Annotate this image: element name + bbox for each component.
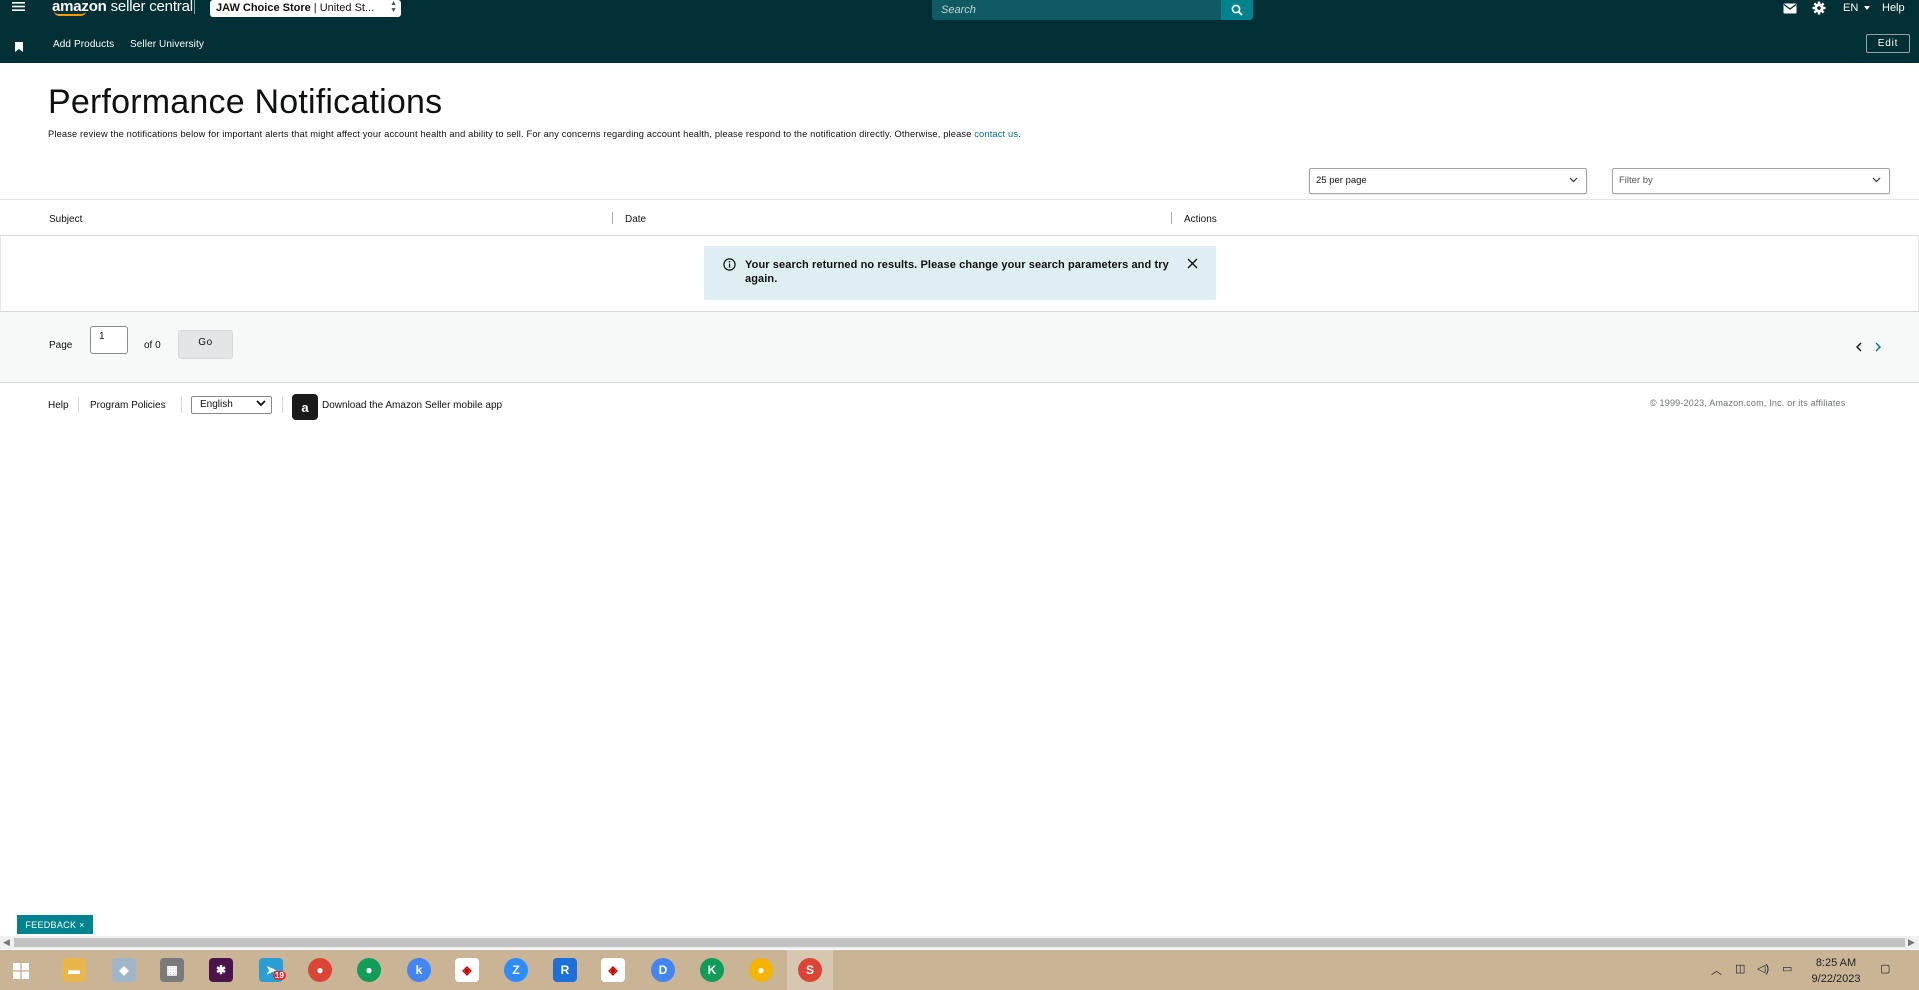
store-switcher[interactable]: JAW Choice Store | United St... ▲ ▼	[210, 0, 401, 17]
chrome-profile-k2-icon[interactable]: K	[700, 958, 724, 982]
feedback-tab[interactable]: FEEDBACK ×	[17, 915, 93, 934]
info-icon	[723, 258, 736, 271]
anydesk-2-icon[interactable]: ◈	[601, 958, 625, 982]
chrome-yellow-icon[interactable]: ●	[749, 958, 773, 982]
search-box	[932, 0, 1223, 22]
seller-app-icon[interactable]: a	[292, 394, 318, 420]
edit-nav-button[interactable]: Edit	[1866, 34, 1910, 53]
mail-icon[interactable]	[1783, 0, 1797, 16]
camera-icon[interactable]: ◫	[1735, 962, 1745, 975]
search-input[interactable]	[932, 1, 1223, 22]
footer-divider	[181, 397, 182, 413]
help-link[interactable]: Help	[1882, 0, 1905, 16]
copyright-text: © 1999-2023, Amazon.com, Inc. or its aff…	[1650, 398, 1846, 408]
notification-badge: 19	[273, 971, 286, 980]
scroll-right-icon[interactable]: ▶	[1908, 937, 1915, 948]
column-header-actions: Actions	[1184, 214, 1217, 225]
footer-divider	[78, 397, 79, 413]
up-down-arrows-icon: ▲ ▼	[390, 0, 397, 14]
chrome-icon[interactable]: ●	[308, 958, 332, 982]
go-button[interactable]: Go	[178, 330, 233, 359]
per-page-value: 25 per page	[1316, 175, 1367, 186]
clock-time: 8:25 AM	[1815, 957, 1857, 969]
chevron-right-icon[interactable]	[1874, 342, 1882, 352]
notifications-icon[interactable]: ▢	[1880, 962, 1890, 975]
chrome-profile-icon[interactable]: ●	[357, 958, 381, 982]
footer-divider	[282, 397, 283, 413]
slack-icon[interactable]: ✱	[209, 958, 233, 982]
bookmark-icon[interactable]	[15, 39, 23, 57]
windows-taskbar: ▬ ◆ ▦ ✱ ➤ 19 ● ● k ◈ Z R ◈ D K ● S ︿ ◫ ◁)…	[0, 950, 1919, 990]
page-label: Page	[49, 340, 73, 351]
page-description: Please review the notifications below fo…	[48, 129, 1021, 139]
contact-us-link[interactable]: contact us	[974, 129, 1018, 139]
table-header: Subject Date Actions	[0, 199, 1919, 236]
chrome-profile-k-icon[interactable]: k	[407, 958, 431, 982]
description-end: .	[1018, 129, 1021, 139]
chevron-down-icon	[256, 400, 266, 407]
alert-message: Your search returned no results. Please …	[745, 259, 1169, 285]
footer-help-link[interactable]: Help	[48, 400, 69, 411]
column-header-date[interactable]: Date	[625, 214, 646, 225]
close-icon[interactable]	[1187, 258, 1198, 269]
notes-app-icon[interactable]: ◆	[112, 958, 136, 982]
column-header-subject[interactable]: Subject	[49, 214, 82, 225]
logo-product-text: seller central	[106, 0, 193, 15]
no-results-alert: Your search returned no results. Please …	[704, 246, 1216, 300]
download-app-link[interactable]: Download the Amazon Seller mobile app	[322, 400, 502, 411]
chrome-profile-s-icon[interactable]: S	[798, 958, 822, 982]
windows-start-icon[interactable]	[13, 963, 29, 979]
amazon-smile-icon	[54, 11, 86, 16]
feedback-label: FEEDBACK	[25, 919, 77, 930]
close-icon[interactable]: ×	[79, 920, 85, 930]
nav-bar: Add Products Seller University Edit	[0, 25, 1919, 63]
telegram-icon[interactable]: ➤ 19	[259, 958, 286, 982]
pagination-bar: Page of 0 Go	[0, 311, 1919, 383]
gear-icon[interactable]	[1812, 0, 1826, 16]
speaker-icon[interactable]: ◁)	[1757, 962, 1769, 975]
per-page-select[interactable]: 25 per page	[1309, 168, 1587, 194]
page-title: Performance Notifications	[48, 83, 443, 121]
language-code: EN	[1843, 2, 1859, 14]
calculator-icon[interactable]: ▦	[160, 958, 184, 982]
chevron-left-icon[interactable]	[1855, 342, 1863, 352]
footer-language-select[interactable]: English	[191, 396, 272, 414]
chevron-up-icon[interactable]: ︿	[1711, 962, 1722, 978]
hamburger-menu-icon[interactable]	[12, 1, 25, 15]
filter-by-select[interactable]: Filter by	[1612, 168, 1890, 194]
language-switcher[interactable]: EN	[1843, 0, 1872, 16]
page-count-label: of 0	[144, 340, 161, 351]
scrollbar-thumb[interactable]	[14, 938, 1905, 947]
column-divider[interactable]	[1171, 212, 1172, 224]
horizontal-scrollbar[interactable]: ◀ ▶	[0, 936, 1919, 949]
page-number-input[interactable]	[90, 326, 128, 354]
description-text: Please review the notifications below fo…	[48, 129, 975, 139]
chevron-down-icon	[1872, 177, 1881, 183]
filter-placeholder: Filter by	[1619, 175, 1653, 186]
chrome-profile-d-icon[interactable]: D	[651, 958, 675, 982]
chevron-down-icon	[1569, 177, 1578, 183]
search-button[interactable]	[1221, 0, 1253, 20]
zoom-icon[interactable]: Z	[504, 958, 528, 982]
caret-down-icon	[1864, 6, 1871, 10]
anydesk-icon[interactable]: ◈	[455, 958, 479, 982]
nav-link-add-products[interactable]: Add Products	[53, 39, 114, 50]
store-marketplace: | United St...	[310, 2, 375, 14]
column-divider[interactable]	[612, 212, 613, 224]
nav-link-seller-university[interactable]: Seller University	[130, 39, 204, 50]
footer-program-policies-link[interactable]: Program Policies	[90, 400, 166, 411]
clock-date: 9/22/2023	[1811, 973, 1861, 985]
top-bar: amazon seller central JAW Choice Store |…	[0, 0, 1919, 25]
amazon-seller-central-logo[interactable]: amazon seller central	[52, 0, 193, 16]
top-divider	[194, 0, 195, 14]
network-icon[interactable]: ▭	[1782, 962, 1792, 975]
search-icon	[1231, 4, 1243, 16]
scroll-left-icon[interactable]: ◀	[3, 937, 10, 948]
rr-app-icon[interactable]: R	[553, 958, 577, 982]
footer-language-value: English	[200, 399, 233, 410]
file-explorer-icon[interactable]: ▬	[62, 958, 86, 982]
store-name: JAW Choice Store	[216, 2, 311, 14]
taskbar-clock[interactable]: 8:25 AM 9/22/2023	[1805, 955, 1867, 987]
